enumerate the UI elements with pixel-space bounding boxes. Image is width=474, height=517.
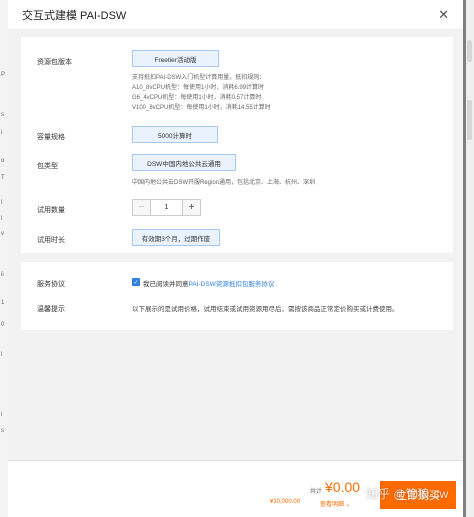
bg-fragment: 1 xyxy=(1,300,5,306)
scrollbar-thumb[interactable] xyxy=(467,100,472,140)
order-footer: 共计 ¥0.00 ¥10,000.00 查看明细 ⌄ 立即购买 知乎 @管狼-s… xyxy=(8,460,463,517)
agreement-checkbox[interactable]: ✓ xyxy=(132,278,140,286)
scrollbar-thumb[interactable] xyxy=(467,40,472,62)
package-type-option[interactable]: DSW中国内地公共云通用 xyxy=(132,154,236,171)
buy-now-button[interactable]: 立即购买 xyxy=(380,481,456,509)
price-detail-link[interactable]: 查看明细 ⌄ xyxy=(320,499,351,508)
drawer-title: 交互式建模 PAI-DSW xyxy=(22,9,127,22)
note-line: V100_8vCPU机型：每使用1小时，消耗14.55计算时 xyxy=(132,105,271,111)
agreement-label: 服务协议 xyxy=(37,281,65,288)
tips-label: 温馨提示 xyxy=(37,306,65,313)
package-type-note: 中国内地公共云DSW开服Region通用，包括北京、上海、杭州、深圳 xyxy=(132,180,316,186)
close-icon[interactable]: ✕ xyxy=(438,8,449,21)
total-label: 共计 xyxy=(310,489,323,495)
bg-fragment: I xyxy=(1,200,3,206)
quantity-input[interactable]: 1 xyxy=(151,200,182,215)
total-price: ¥0.00 xyxy=(325,479,361,495)
bg-fragment: i xyxy=(1,412,3,418)
bg-fragment: o xyxy=(1,158,5,164)
agreement-panel: 服务协议 ✓ 我已阅读并同意PAI-DSW资源抵扣包服务协议 温馨提示 以下展示… xyxy=(21,262,453,330)
drawer-header: 交互式建模 PAI-DSW ✕ xyxy=(8,0,463,30)
tips-text: 以下展示的是试用价格，试用结束或试用资源用尽后，需按该商品正常定价购买或计费使用… xyxy=(132,306,399,313)
bg-fragment: s xyxy=(1,112,4,118)
quantity-label: 试用数量 xyxy=(37,207,65,214)
agreement-link[interactable]: PAI-DSW资源抵扣包服务协议 xyxy=(189,281,275,288)
price-summary: 共计 ¥0.00 ¥10,000.00 查看明细 ⌄ xyxy=(270,479,370,509)
bg-fragment: ii xyxy=(1,272,4,278)
bg-fragment: l xyxy=(1,216,3,222)
note-line: 支持抵扣PAI-DSW入门机型计算用量，抵扣规则： xyxy=(132,75,266,81)
purchase-drawer: 交互式建模 PAI-DSW ✕ 资源包版本 Freetier活动版 支持抵扣PA… xyxy=(8,0,463,517)
increment-button[interactable]: + xyxy=(182,200,200,215)
bg-fragment: l xyxy=(1,352,3,358)
config-panel: 资源包版本 Freetier活动版 支持抵扣PAI-DSW入门机型计算用量，抵扣… xyxy=(21,37,453,253)
background-page-right xyxy=(466,0,474,517)
bg-fragment: 0 xyxy=(1,322,5,328)
bg-fragment: i xyxy=(1,130,3,136)
package-version-notes: 支持抵扣PAI-DSW入门机型计算用量，抵扣规则： A10_8vCPU机型：每使… xyxy=(132,73,271,113)
bg-fragment: P xyxy=(1,72,6,78)
agreement-text: 我已阅读并同意PAI-DSW资源抵扣包服务协议 xyxy=(143,278,274,288)
bg-fragment: v xyxy=(1,231,4,237)
duration-label: 试用时长 xyxy=(37,237,65,244)
quantity-stepper: − 1 + xyxy=(132,199,201,216)
duration-option[interactable]: 有效期3个月，过期作废 xyxy=(132,229,220,246)
package-version-option[interactable]: Freetier活动版 xyxy=(132,50,219,67)
bg-fragment: s xyxy=(1,428,4,434)
capacity-label: 容量规格 xyxy=(37,134,65,141)
note-line: G6_4vCPU机型：每使用1小时，消耗0.57计算时 xyxy=(132,95,262,101)
note-line: A10_8vCPU机型：每使用1小时，消耗6.99计算时 xyxy=(132,85,265,91)
agreement-prefix: 我已阅读并同意 xyxy=(143,281,189,288)
original-price: ¥10,000.00 xyxy=(270,499,301,505)
package-version-label: 资源包版本 xyxy=(37,59,72,66)
decrement-button[interactable]: − xyxy=(133,200,151,215)
capacity-option[interactable]: 5000计算时 xyxy=(132,126,218,143)
package-type-label: 包类型 xyxy=(37,163,58,170)
bg-fragment: T xyxy=(1,175,5,181)
